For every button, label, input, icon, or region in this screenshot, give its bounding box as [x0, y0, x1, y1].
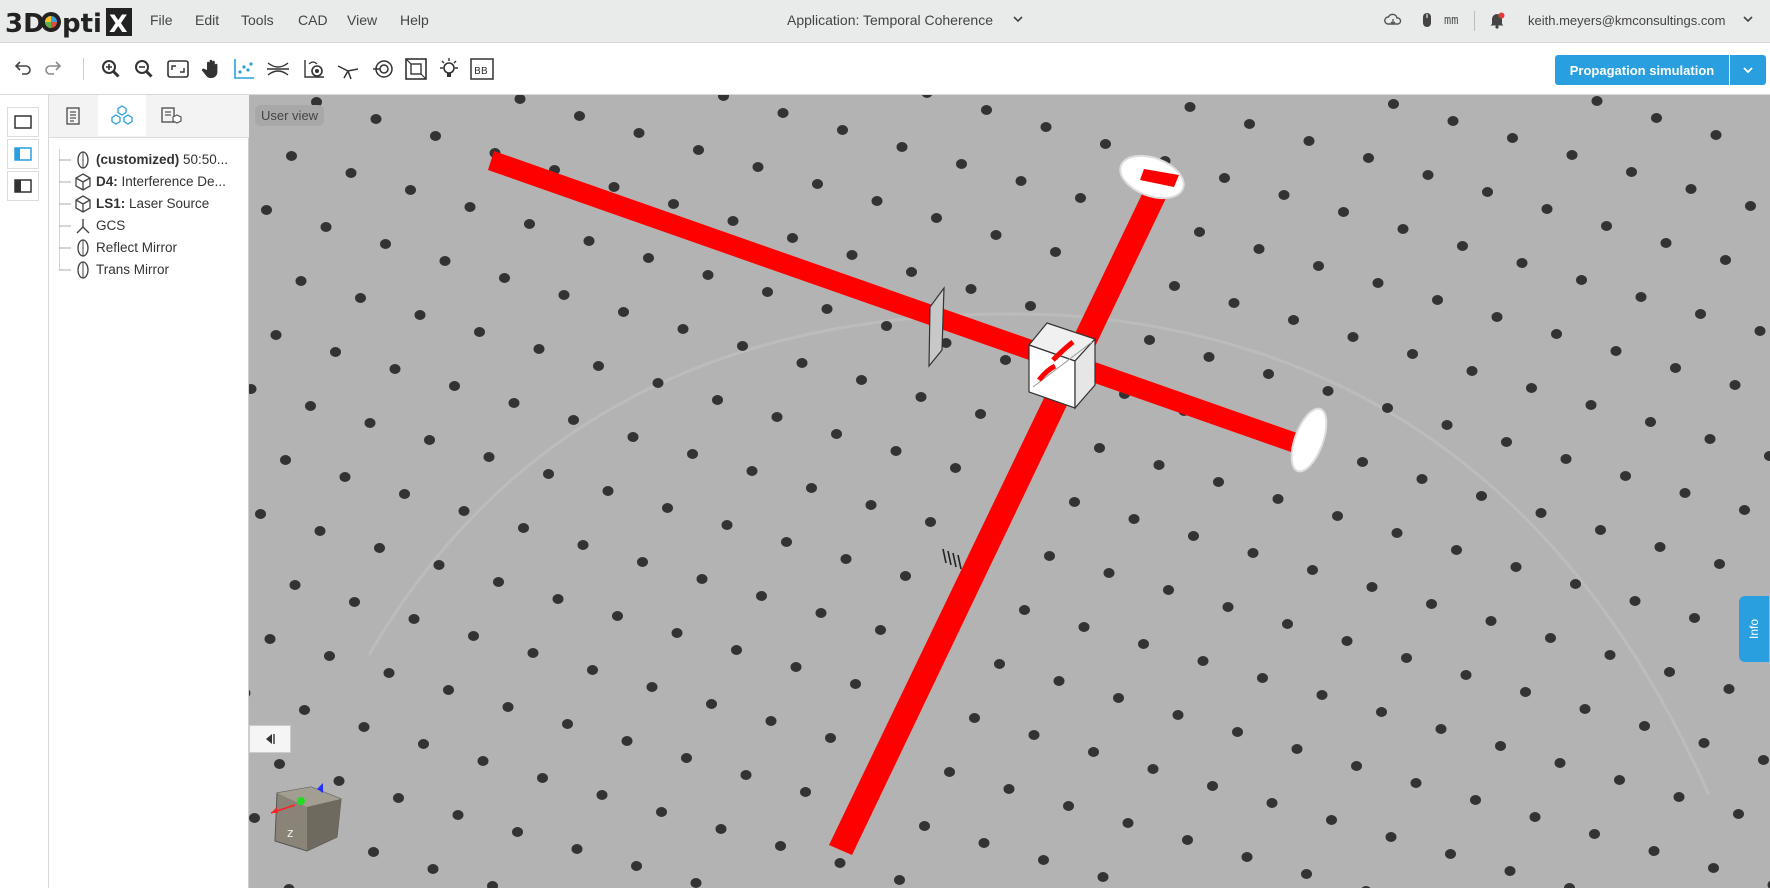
menu-help[interactable]: Help [400, 12, 429, 28]
tree-connector [59, 215, 71, 237]
layout-split-icon [14, 179, 32, 193]
propagation-dropdown-button[interactable] [1730, 55, 1766, 85]
optical-scene[interactable] [249, 95, 1770, 888]
beamsplitter-cube[interactable] [1027, 322, 1097, 410]
menu-file[interactable]: File [150, 12, 173, 28]
axes-icon [76, 219, 90, 234]
units-label[interactable]: mm [1444, 13, 1458, 27]
ray-tool-icon[interactable] [335, 56, 361, 82]
notification-bell-icon[interactable] [1488, 11, 1506, 29]
scatter-tool-icon[interactable] [231, 56, 257, 82]
frame-tool-icon[interactable] [403, 56, 429, 82]
cloud-download-icon[interactable] [1384, 11, 1402, 29]
svg-text:pti: pti [62, 9, 102, 38]
tree-item-reflect-mirror[interactable]: Reflect Mirror [49, 237, 249, 259]
y-axis-icon [297, 797, 305, 805]
layout-full-icon [14, 115, 32, 129]
chevron-down-icon[interactable] [1012, 13, 1024, 25]
spiral-tool-icon[interactable] [370, 56, 396, 82]
tab-layers[interactable] [147, 95, 195, 136]
mouse-icon[interactable] [1418, 11, 1436, 29]
lens-icon [77, 239, 89, 257]
chevron-down-icon [1743, 67, 1753, 74]
cube-face-label: z [287, 826, 293, 840]
layout-left-panel-button[interactable] [7, 139, 39, 169]
interference-detector[interactable] [928, 286, 945, 368]
collapse-panel-button[interactable] [249, 725, 291, 753]
menu-cad[interactable]: CAD [298, 12, 328, 28]
info-tab[interactable]: Info [1739, 596, 1769, 662]
3d-viewport[interactable]: User view z Info [249, 95, 1770, 888]
beam-marker [942, 548, 962, 570]
toolbar: BB Propagation simulation [0, 43, 1770, 95]
navigation-cube[interactable]: z [255, 775, 355, 875]
focus-tool-icon[interactable] [265, 56, 291, 82]
cube-icon [75, 173, 91, 191]
tree-connector [59, 237, 71, 259]
svg-text:X: X [109, 10, 128, 38]
app-logo[interactable]: 3D pti X [5, 6, 133, 38]
tree-item-beamsplitter[interactable]: (customized) 50:50... [49, 149, 249, 171]
bb-label: BB [474, 66, 488, 77]
fit-view-icon[interactable] [165, 56, 191, 82]
menu-view[interactable]: View [347, 12, 377, 28]
view-mode-label: User view [255, 105, 325, 126]
svg-text:3D: 3D [5, 9, 45, 38]
menu-tools[interactable]: Tools [241, 12, 274, 28]
tab-properties[interactable] [49, 95, 97, 136]
tree-item-label: (customized) 50:50... [96, 152, 229, 167]
objects-icon [111, 104, 133, 125]
layout-rail [0, 95, 49, 888]
propagation-simulation-button[interactable]: Propagation simulation [1555, 55, 1729, 85]
redo-icon[interactable] [41, 56, 67, 82]
layout-left-panel-icon [14, 147, 32, 161]
tree-connector [59, 259, 71, 271]
menu-bar: 3D pti X File Edit Tools CAD View Help A… [0, 0, 1770, 43]
application-title[interactable]: Application: Temporal Coherence [787, 12, 993, 28]
tree-item-gcs[interactable]: GCS [49, 215, 249, 237]
menu-edit[interactable]: Edit [195, 12, 219, 28]
tree-item-label: Trans Mirror [96, 262, 169, 277]
zoom-in-icon[interactable] [98, 56, 124, 82]
x-axis-arrow-icon [271, 807, 278, 813]
undo-icon[interactable] [9, 56, 35, 82]
cube-icon [75, 195, 91, 213]
tree-item-label: Reflect Mirror [96, 240, 178, 255]
laser-beam-vertical [829, 163, 1178, 855]
tree-item-trans-mirror[interactable]: Trans Mirror [49, 259, 249, 281]
layers-icon [161, 106, 182, 124]
lens-icon [77, 151, 89, 169]
laser-beam-horizontal [488, 151, 1317, 459]
lens-icon [77, 261, 89, 279]
bounding-box-icon[interactable]: BB [469, 56, 495, 82]
object-tree-panel: (customized) 50:50... D4: Interference D… [49, 95, 249, 888]
collapse-left-icon [266, 734, 275, 744]
camera-tool-icon[interactable] [301, 56, 327, 82]
user-account[interactable]: keith.meyers@kmconsultings.com [1528, 13, 1725, 28]
tree-item-label: GCS [96, 218, 126, 233]
tree-item-label: LS1: Laser Source [96, 196, 210, 211]
tree-item-label: D4: Interference De... [96, 174, 226, 189]
tree-connector [59, 171, 71, 193]
pan-icon[interactable] [199, 56, 225, 82]
tree-connector [59, 149, 71, 171]
layout-full-button[interactable] [7, 107, 39, 137]
zoom-out-icon[interactable] [131, 56, 157, 82]
tree-item-interference-detector[interactable]: D4: Interference De... [49, 171, 249, 193]
tree-item-laser-source[interactable]: LS1: Laser Source [49, 193, 249, 215]
layout-split-button[interactable] [7, 171, 39, 201]
toolbar-separator [83, 58, 84, 80]
divider [1474, 11, 1475, 31]
tab-objects[interactable] [98, 95, 146, 136]
panel-tab-strip [49, 95, 249, 138]
light-icon[interactable] [436, 56, 462, 82]
document-icon [66, 106, 80, 125]
tree-connector [59, 193, 71, 215]
chevron-down-icon[interactable] [1742, 13, 1754, 25]
